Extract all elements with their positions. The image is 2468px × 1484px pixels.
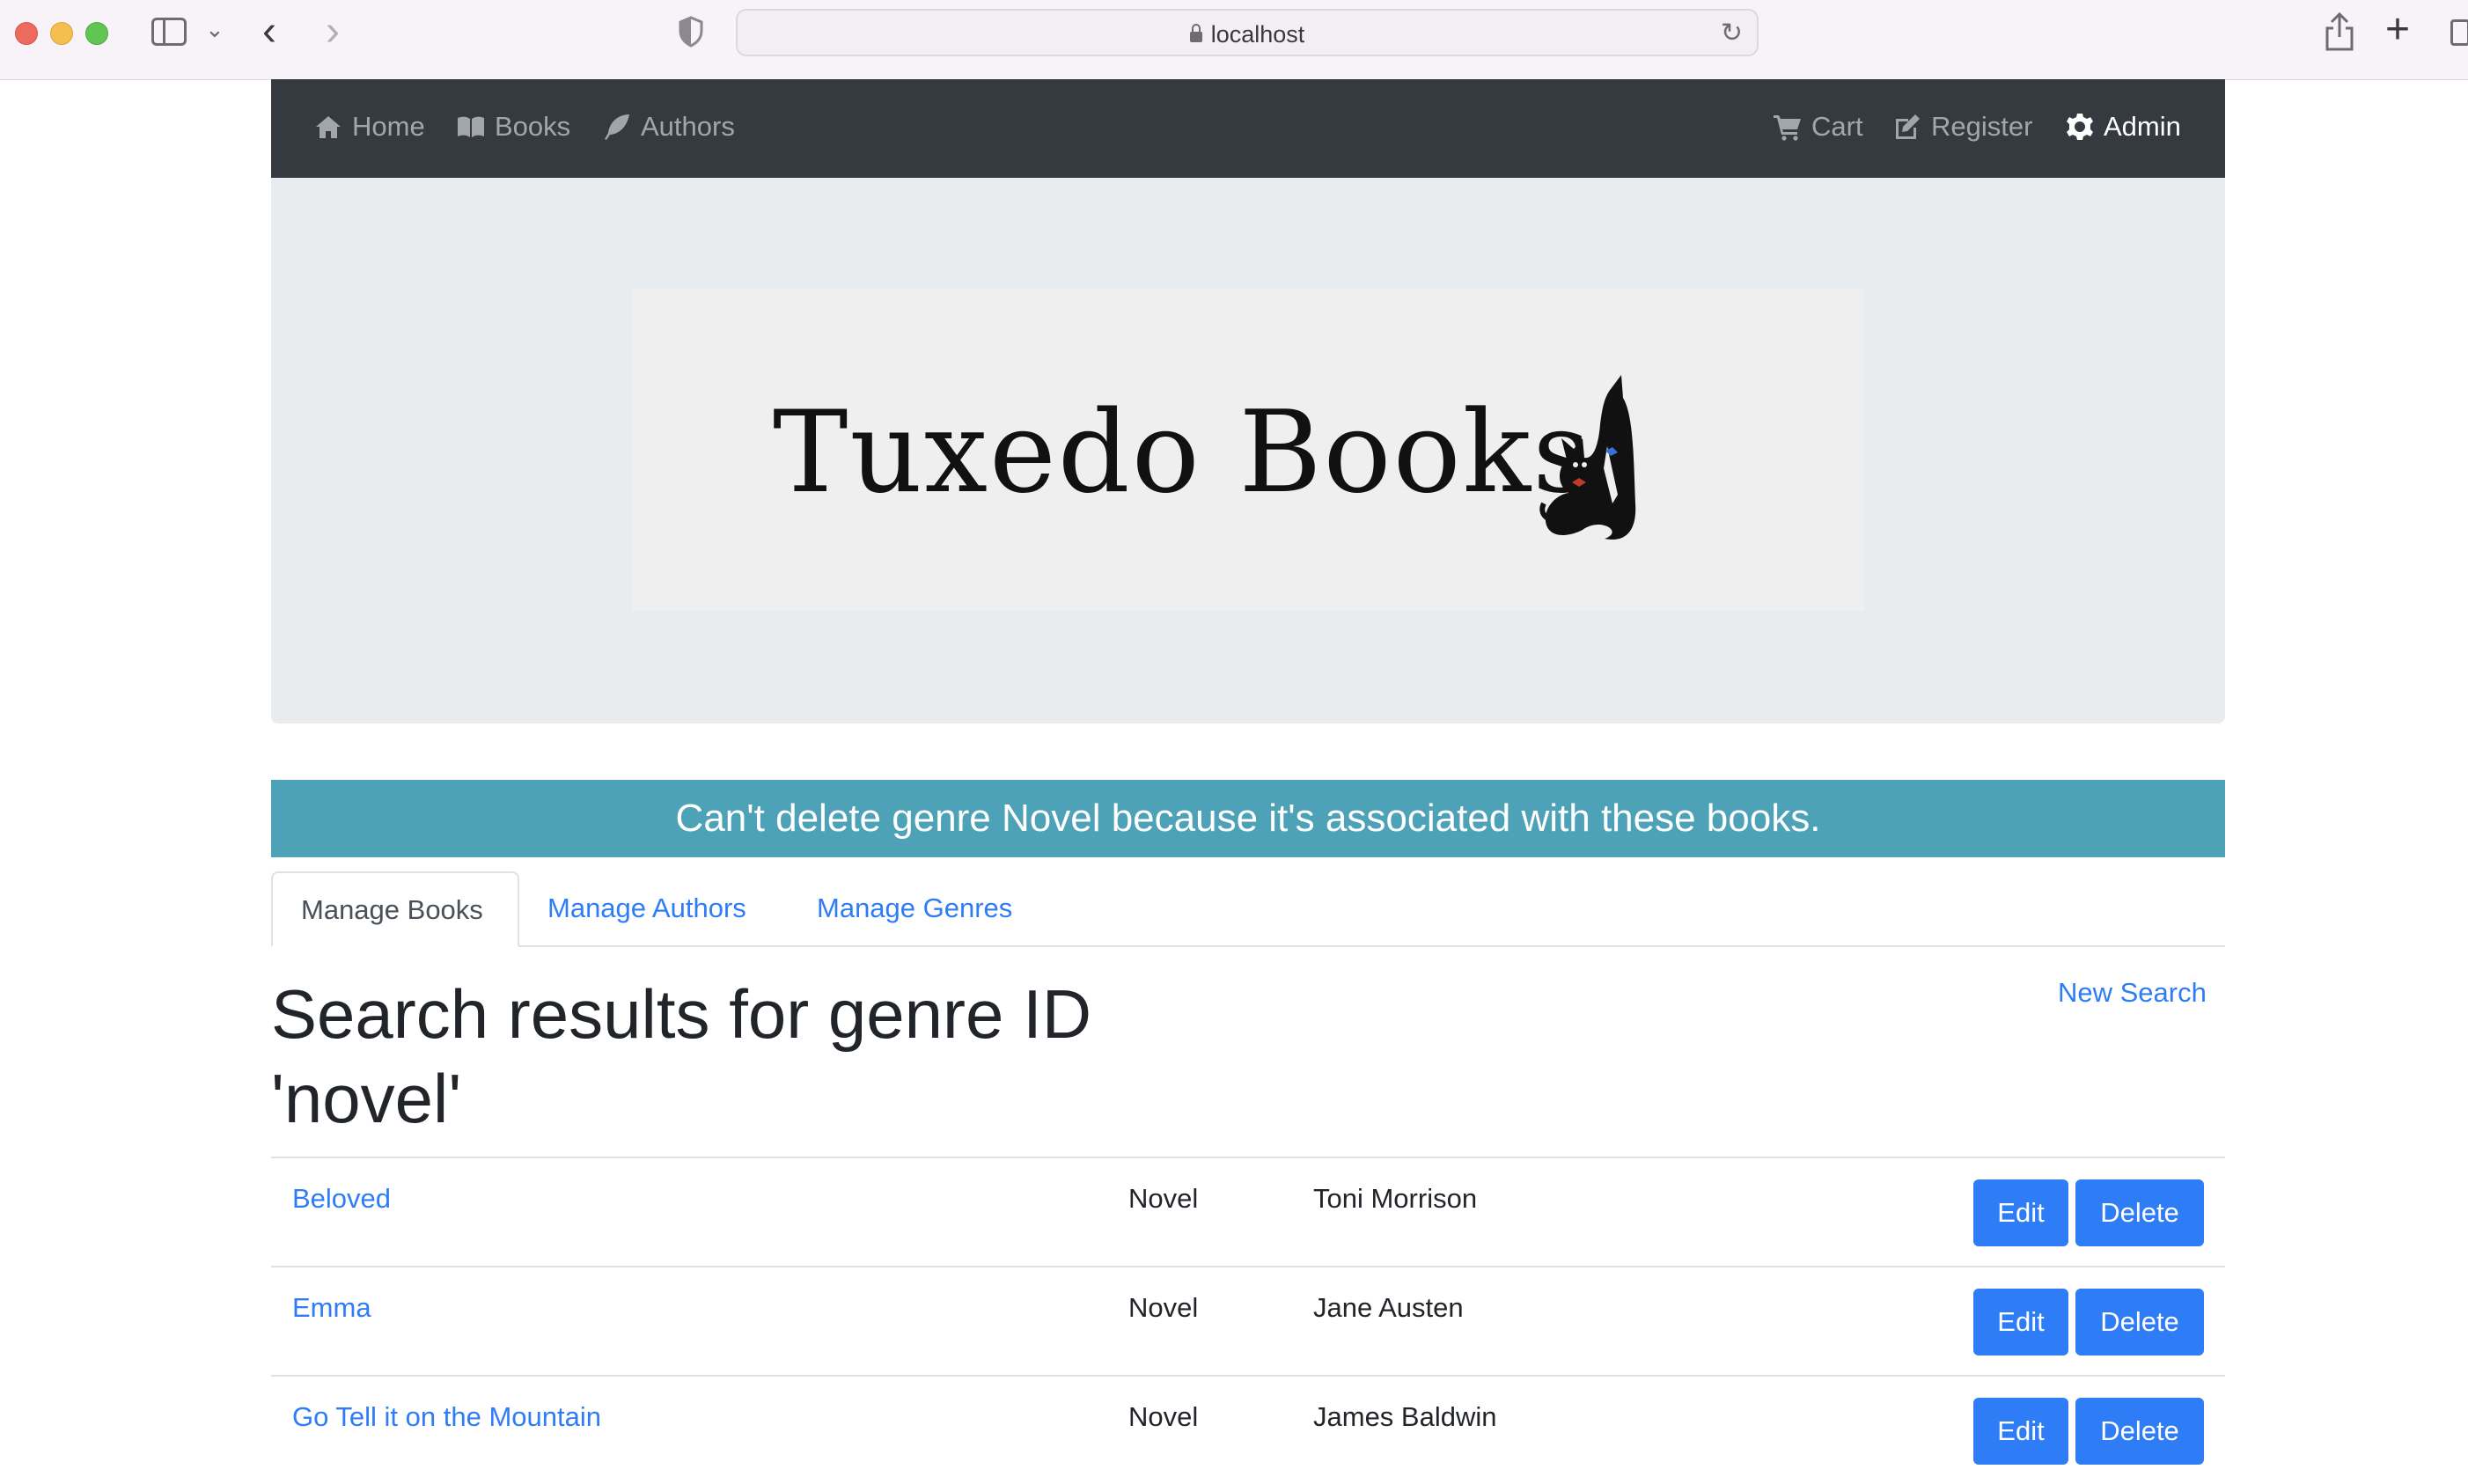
book-icon xyxy=(458,116,484,137)
nav-books-label: Books xyxy=(495,111,571,142)
nav-cart-label: Cart xyxy=(1811,111,1863,142)
gear-icon xyxy=(2067,114,2093,140)
delete-button[interactable]: Delete xyxy=(2075,1289,2204,1355)
table-row: Emma Novel Jane Austen Edit Delete xyxy=(271,1266,2225,1375)
nav-admin[interactable]: Admin xyxy=(2065,111,2181,143)
book-author: Jane Austen xyxy=(1313,1292,1464,1323)
new-search-link[interactable]: New Search xyxy=(2058,977,2207,1009)
nav-home[interactable]: Home xyxy=(313,111,425,143)
book-title-link[interactable]: Go Tell it on the Mountain xyxy=(292,1401,601,1433)
book-genre: Novel xyxy=(1128,1292,1199,1323)
address-bar[interactable]: localhost ↻ xyxy=(736,9,1759,56)
results-table: Beloved Novel Toni Morrison Edit Delete … xyxy=(271,1157,2225,1484)
cart-icon xyxy=(1774,115,1801,141)
book-genre: Novel xyxy=(1128,1183,1199,1214)
forward-arrow-icon[interactable]: › xyxy=(326,7,340,55)
delete-button[interactable]: Delete xyxy=(2075,1398,2204,1465)
edit-button[interactable]: Edit xyxy=(1973,1179,2068,1246)
nav-register[interactable]: Register xyxy=(1892,111,2032,143)
close-window-button[interactable] xyxy=(15,22,38,45)
nav-admin-label: Admin xyxy=(2104,111,2181,142)
url-text: localhost xyxy=(1210,21,1305,48)
logo-text: Tuxedo Books xyxy=(773,387,1592,518)
delete-button[interactable]: Delete xyxy=(2075,1179,2204,1246)
new-tab-icon[interactable]: + xyxy=(2385,5,2410,54)
reload-icon[interactable]: ↻ xyxy=(1721,18,1743,48)
site-logo[interactable]: Tuxedo Books xyxy=(632,289,1864,611)
book-author: James Baldwin xyxy=(1313,1401,1497,1432)
info-alert: Can't delete genre Novel because it's as… xyxy=(271,780,2225,857)
book-title-link[interactable]: Emma xyxy=(292,1292,371,1324)
zoom-window-button[interactable] xyxy=(85,22,108,45)
nav-authors[interactable]: Authors xyxy=(602,111,735,143)
nav-books[interactable]: Books xyxy=(456,111,570,143)
nav-cart[interactable]: Cart xyxy=(1773,111,1863,143)
admin-tabs: Manage Books Manage Authors Manage Genre… xyxy=(271,871,2225,947)
tab-manage-authors[interactable]: Manage Authors xyxy=(519,871,775,945)
tab-manage-genres[interactable]: Manage Genres xyxy=(789,871,1040,945)
book-genre: Novel xyxy=(1128,1401,1199,1432)
nav-register-label: Register xyxy=(1931,111,2033,142)
sidebar-toggle-icon[interactable] xyxy=(151,18,187,46)
share-icon[interactable] xyxy=(2324,12,2355,51)
book-title-link[interactable]: Beloved xyxy=(292,1183,391,1215)
table-row: Go Tell it on the Mountain Novel James B… xyxy=(271,1375,2225,1484)
privacy-shield-icon[interactable] xyxy=(678,16,704,48)
back-arrow-icon[interactable]: ‹ xyxy=(262,7,276,55)
site-navbar: Home Books Authors Cart Register Admin xyxy=(271,79,2225,178)
nav-authors-label: Authors xyxy=(641,111,735,142)
edit-button[interactable]: Edit xyxy=(1973,1289,2068,1355)
hero-banner: Tuxedo Books xyxy=(271,178,2225,724)
feather-icon xyxy=(605,114,629,140)
chevron-down-icon[interactable]: ⌄ xyxy=(205,16,224,43)
tab-manage-books[interactable]: Manage Books xyxy=(271,871,519,947)
page-title: Search results for genre ID 'novel' xyxy=(271,975,1092,1137)
tab-overview-icon[interactable] xyxy=(2450,19,2468,46)
tuxedo-cat-icon xyxy=(1539,375,1636,540)
browser-toolbar: ⌄ ‹ › localhost ↻ + xyxy=(0,0,2468,80)
edit-button[interactable]: Edit xyxy=(1973,1398,2068,1465)
table-row: Beloved Novel Toni Morrison Edit Delete xyxy=(271,1157,2225,1266)
nav-home-label: Home xyxy=(352,111,425,142)
book-author: Toni Morrison xyxy=(1313,1183,1478,1214)
edit-icon xyxy=(1896,114,1920,139)
lock-icon xyxy=(1189,24,1202,42)
home-icon xyxy=(316,116,341,138)
minimize-window-button[interactable] xyxy=(50,22,73,45)
